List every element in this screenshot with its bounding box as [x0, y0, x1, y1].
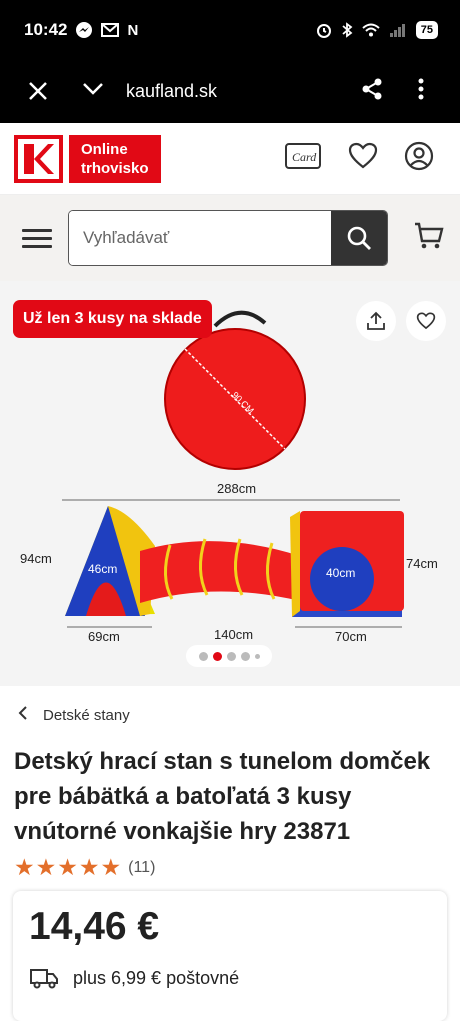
search-input[interactable]	[69, 211, 331, 265]
menu-hamburger-icon[interactable]	[22, 224, 52, 253]
wishlist-heart-icon[interactable]	[348, 142, 378, 175]
product-title: Detský hrací stan s tunelom domček pre b…	[14, 748, 431, 845]
share-product-button[interactable]	[356, 301, 396, 341]
account-icon[interactable]	[404, 141, 434, 176]
breadcrumb[interactable]: Detské stany	[0, 686, 460, 744]
signal-icon	[389, 24, 405, 37]
rating-count[interactable]: (11)	[128, 859, 155, 877]
search-icon	[347, 226, 371, 250]
dim-total: 288cm	[217, 481, 256, 496]
dim-right-height: 74cm	[406, 556, 438, 571]
star-icon: ★	[35, 854, 57, 880]
pagination-dot[interactable]	[226, 651, 236, 661]
star-icon: ★	[100, 854, 122, 880]
product-image: 90 CM 288cm 46cm 94cm 40cm 74cm 69cm 140…	[20, 310, 438, 644]
star-icon: ★	[14, 854, 35, 880]
dim-bottom-mid: 140cm	[214, 627, 253, 642]
card-icon[interactable]: Card	[284, 141, 322, 176]
kaufland-logo[interactable]: Online trhovisko	[14, 134, 161, 183]
shipping-info: plus 6,99 € poštovné	[29, 967, 431, 989]
logo-line1: Online	[81, 140, 128, 158]
status-bar: 10:42 N 75	[0, 0, 460, 60]
pagination-dot[interactable]	[240, 651, 250, 661]
dim-bottom-right: 70cm	[335, 629, 367, 644]
chevron-down-icon[interactable]	[82, 82, 126, 101]
pagination-dot[interactable]	[198, 651, 208, 661]
search-row	[0, 195, 460, 281]
bluetooth-icon	[342, 22, 353, 38]
upload-share-icon	[367, 311, 385, 330]
logo-text: Online trhovisko	[69, 134, 161, 183]
product-price: 14,46 €	[29, 905, 160, 948]
stock-badge: Už len 3 kusy na sklade	[13, 300, 212, 338]
chevron-left-icon[interactable]	[18, 705, 28, 725]
logo-line2: trhovisko	[81, 159, 149, 177]
pagination-dot-active[interactable]	[212, 651, 222, 661]
more-options-icon[interactable]	[418, 78, 438, 105]
product-rating[interactable]: ★ ★ ★ ★ ★ (11)	[0, 849, 460, 879]
gmail-icon	[101, 23, 120, 37]
close-icon[interactable]	[28, 75, 82, 109]
dim-bottom-left: 69cm	[88, 629, 120, 644]
heart-icon	[416, 312, 436, 330]
card-label: Card	[292, 150, 317, 164]
url-text[interactable]: kaufland.sk	[126, 81, 360, 102]
messenger-icon	[76, 22, 93, 38]
search-box	[68, 210, 388, 266]
logo-k-mark	[14, 134, 63, 183]
breadcrumb-category[interactable]: Detské stany	[43, 707, 130, 724]
cart-icon[interactable]	[414, 222, 444, 255]
status-time: 10:42	[24, 20, 68, 39]
dim-left-width: 46cm	[88, 562, 117, 576]
favorite-product-button[interactable]	[406, 301, 446, 341]
shipping-text: plus 6,99 € poštovné	[73, 967, 240, 988]
wifi-icon	[362, 23, 380, 37]
price-card: 14,46 € plus 6,99 € poštovné	[13, 891, 447, 1021]
share-icon[interactable]	[360, 77, 418, 106]
product-gallery[interactable]: 90 CM 288cm 46cm 94cm 40cm 74cm 69cm 140…	[0, 281, 460, 686]
battery-indicator: 75	[415, 21, 438, 39]
site-header: Online trhovisko Card	[0, 123, 460, 195]
truck-icon	[30, 969, 58, 989]
search-button[interactable]	[331, 211, 387, 265]
alarm-icon	[316, 24, 331, 38]
gallery-pagination[interactable]	[186, 645, 272, 667]
pagination-dot[interactable]	[254, 653, 260, 659]
n-icon: N	[127, 21, 139, 39]
dim-left-height: 94cm	[20, 551, 52, 566]
dim-right-width: 40cm	[326, 566, 355, 580]
star-icon: ★	[78, 854, 100, 880]
star-icon: ★	[57, 854, 78, 880]
browser-toolbar: kaufland.sk	[0, 60, 460, 123]
